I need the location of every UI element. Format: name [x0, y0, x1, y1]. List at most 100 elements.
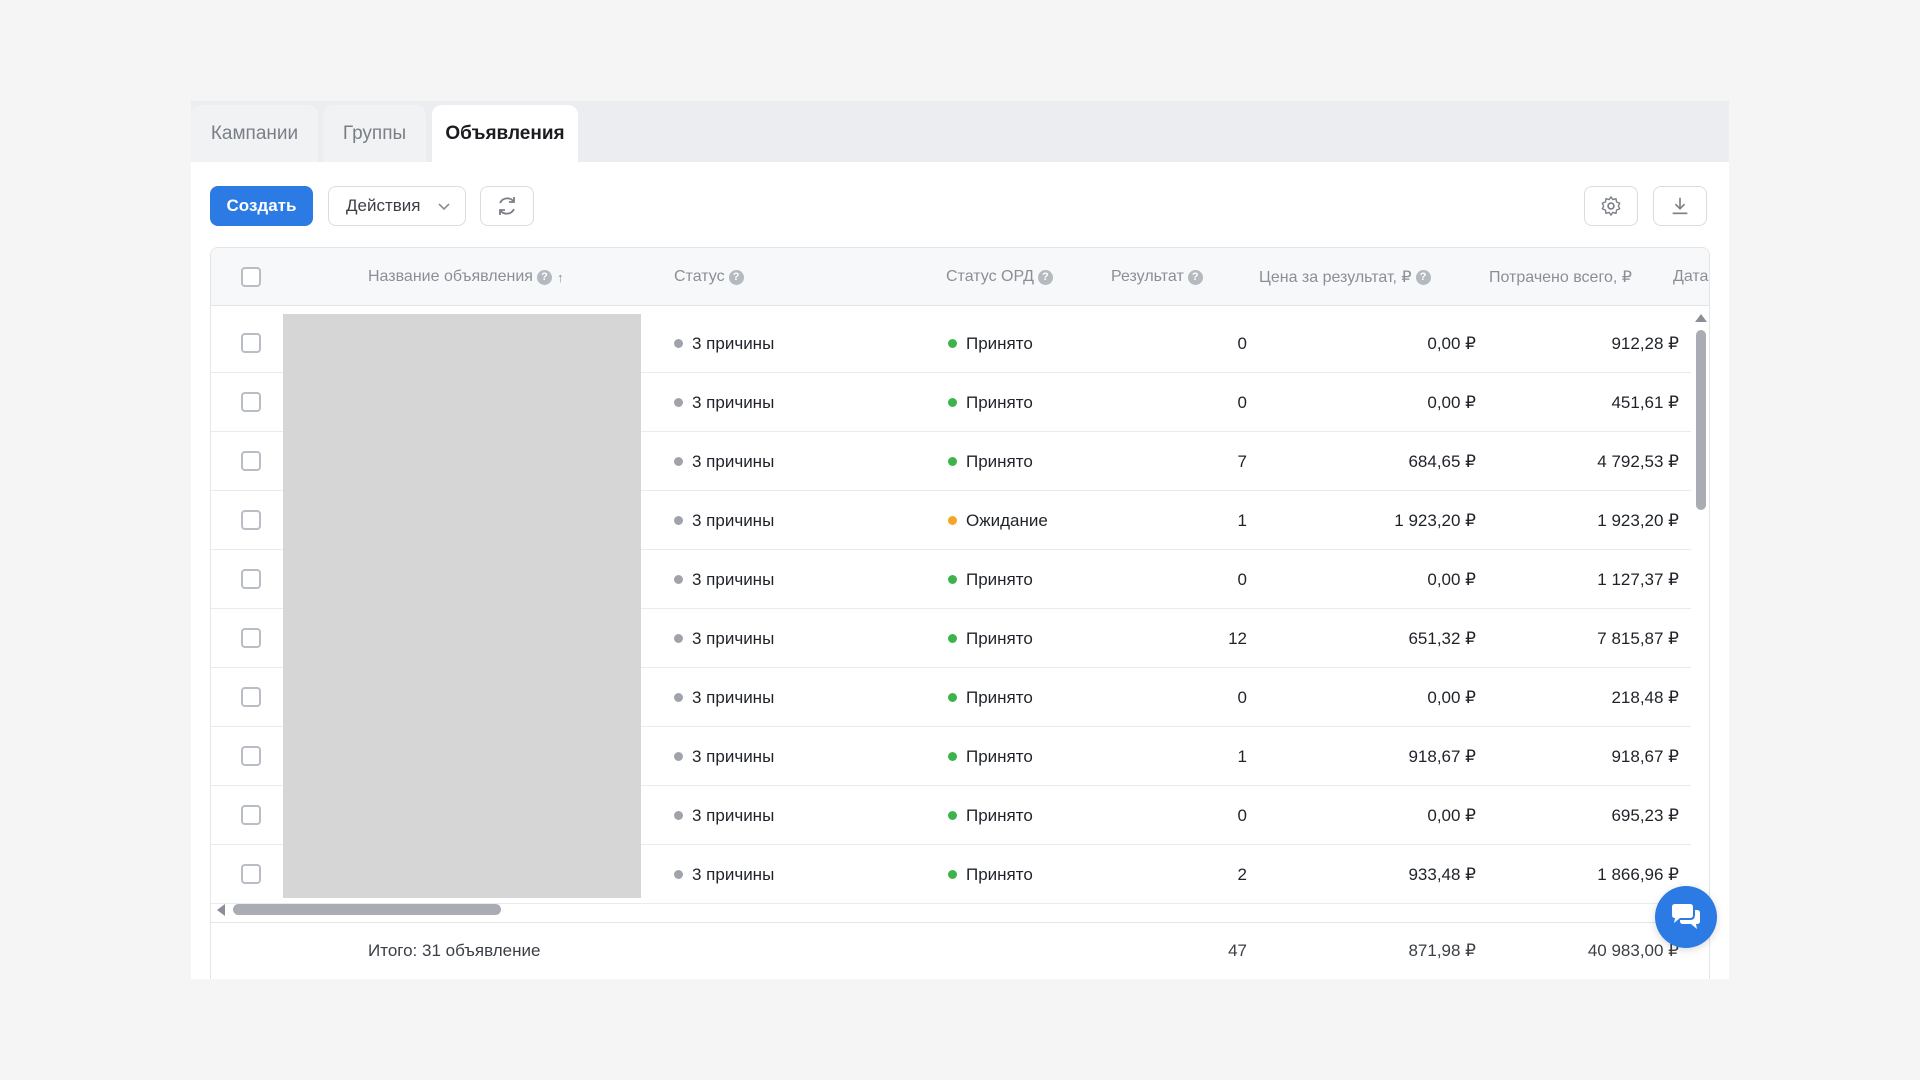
status-cell[interactable]: 3 причины: [674, 432, 774, 491]
row-checkbox[interactable]: [241, 392, 261, 412]
actions-dropdown[interactable]: Действия: [328, 186, 466, 226]
horizontal-scrollbar[interactable]: [211, 898, 1691, 920]
status-text: 3 причины: [692, 687, 775, 707]
ord-status-text: Принято: [966, 451, 1033, 471]
status-cell[interactable]: 3 причины: [674, 668, 774, 727]
status-dot-icon: [674, 811, 683, 820]
refresh-button[interactable]: [480, 186, 534, 226]
status-dot-icon: [674, 752, 683, 761]
row-checkbox[interactable]: [241, 805, 261, 825]
ord-status-text: Принято: [966, 333, 1033, 353]
chat-icon: [1672, 904, 1700, 929]
horizontal-scroll-thumb[interactable]: [233, 904, 501, 915]
settings-button[interactable]: [1584, 186, 1638, 226]
row-checkbox[interactable]: [241, 687, 261, 707]
help-icon[interactable]: ?: [1415, 269, 1431, 285]
column-header-result[interactable]: Результат ?: [1111, 248, 1203, 306]
price-cell: 0,00 ₽: [1427, 805, 1476, 825]
tab-ads[interactable]: Объявления: [432, 105, 578, 162]
download-icon: [1672, 197, 1688, 215]
row-checkbox[interactable]: [241, 864, 261, 884]
refresh-icon: [499, 197, 515, 215]
status-text: 3 причины: [692, 805, 775, 825]
status-text: 3 причины: [692, 333, 775, 353]
ord-status-cell: Принято: [948, 668, 1033, 727]
tab-groups[interactable]: Группы: [323, 105, 426, 162]
row-checkbox[interactable]: [241, 451, 261, 471]
ord-status-text: Принято: [966, 628, 1033, 648]
help-icon[interactable]: ?: [536, 269, 552, 285]
price-cell: 684,65 ₽: [1408, 451, 1476, 471]
ord-status-text: Принято: [966, 805, 1033, 825]
result-cell: 1: [1237, 510, 1247, 530]
ads-table: Название объявления ? ↑ Статус ? Статус …: [210, 247, 1710, 979]
tabs-bar: Кампании Группы Объявления: [191, 101, 1729, 162]
status-cell[interactable]: 3 причины: [674, 727, 774, 786]
help-icon[interactable]: ?: [1037, 269, 1053, 285]
column-header-price[interactable]: Цена за результат, ₽ ?: [1259, 248, 1431, 306]
column-header-name[interactable]: Название объявления ? ↑: [368, 248, 563, 306]
ads-manager: Кампании Группы Объявления Создать Дейст…: [191, 101, 1729, 979]
status-dot-icon: [674, 693, 683, 702]
row-checkbox[interactable]: [241, 746, 261, 766]
total-result: 47: [1228, 941, 1247, 960]
status-cell[interactable]: 3 причины: [674, 373, 774, 432]
ord-status-dot-icon: [948, 870, 957, 879]
ord-status-cell: Принято: [948, 786, 1033, 845]
sort-arrow-icon[interactable]: ↑: [557, 270, 564, 285]
status-text: 3 причины: [692, 864, 775, 884]
row-checkbox[interactable]: [241, 510, 261, 530]
help-icon[interactable]: ?: [1187, 269, 1203, 285]
ord-status-cell: Принято: [948, 550, 1033, 609]
column-header-status[interactable]: Статус ?: [674, 248, 744, 306]
result-cell: 0: [1237, 333, 1247, 353]
ord-status-dot-icon: [948, 693, 957, 702]
result-cell: 0: [1237, 392, 1247, 412]
result-cell: 12: [1228, 628, 1247, 648]
ord-status-cell: Ожидание: [948, 491, 1048, 550]
create-button[interactable]: Создать: [210, 186, 313, 226]
status-cell[interactable]: 3 причины: [674, 609, 774, 668]
status-dot-icon: [674, 398, 683, 407]
row-checkbox[interactable]: [241, 569, 261, 589]
tab-campaigns[interactable]: Кампании: [191, 105, 318, 162]
status-cell[interactable]: 3 причины: [674, 786, 774, 845]
table-footer: Итого: 31 объявление 47 871,98 ₽ 40 983,…: [211, 922, 1709, 979]
gear-icon: [1601, 196, 1621, 216]
status-text: 3 причины: [692, 451, 775, 471]
spent-cell: 695,23 ₽: [1611, 805, 1679, 825]
price-cell: 918,67 ₽: [1408, 746, 1476, 766]
chat-button[interactable]: [1655, 886, 1717, 948]
status-cell[interactable]: 3 причины: [674, 491, 774, 550]
status-cell[interactable]: 3 причины: [674, 550, 774, 609]
column-header-date[interactable]: Дата: [1673, 248, 1708, 306]
column-header-spent[interactable]: Потрачено всего, ₽: [1489, 248, 1632, 306]
ord-status-text: Принято: [966, 569, 1033, 589]
row-checkbox[interactable]: [241, 628, 261, 648]
status-cell[interactable]: 3 причины: [674, 845, 774, 904]
status-dot-icon: [674, 516, 683, 525]
total-spent: 40 983,00 ₽: [1587, 941, 1679, 960]
spent-cell: 4 792,53 ₽: [1597, 451, 1679, 471]
ord-status-dot-icon: [948, 575, 957, 584]
table-header: Название объявления ? ↑ Статус ? Статус …: [211, 248, 1709, 306]
help-icon[interactable]: ?: [728, 269, 744, 285]
spent-cell: 7 815,87 ₽: [1597, 628, 1679, 648]
scroll-left-arrow-icon[interactable]: [217, 904, 225, 916]
result-cell: 2: [1237, 864, 1247, 884]
price-cell: 1 923,20 ₽: [1394, 510, 1476, 530]
status-cell[interactable]: 3 причины: [674, 314, 774, 373]
scroll-up-arrow-icon[interactable]: [1695, 314, 1707, 322]
row-checkbox[interactable]: [241, 333, 261, 353]
spent-cell: 912,28 ₽: [1611, 333, 1679, 353]
spent-cell: 218,48 ₽: [1611, 687, 1679, 707]
select-all-checkbox[interactable]: [241, 267, 261, 287]
column-label-result: Результат: [1111, 268, 1184, 285]
vertical-scroll-thumb[interactable]: [1696, 330, 1706, 510]
download-button[interactable]: [1653, 186, 1707, 226]
result-cell: 0: [1237, 569, 1247, 589]
column-label-ord-status: Статус ОРД: [946, 268, 1034, 285]
ord-status-text: Принято: [966, 687, 1033, 707]
ads-panel: Создать Действия Название объявления ? ↑…: [191, 162, 1729, 979]
column-header-ord-status[interactable]: Статус ОРД ?: [946, 248, 1053, 306]
